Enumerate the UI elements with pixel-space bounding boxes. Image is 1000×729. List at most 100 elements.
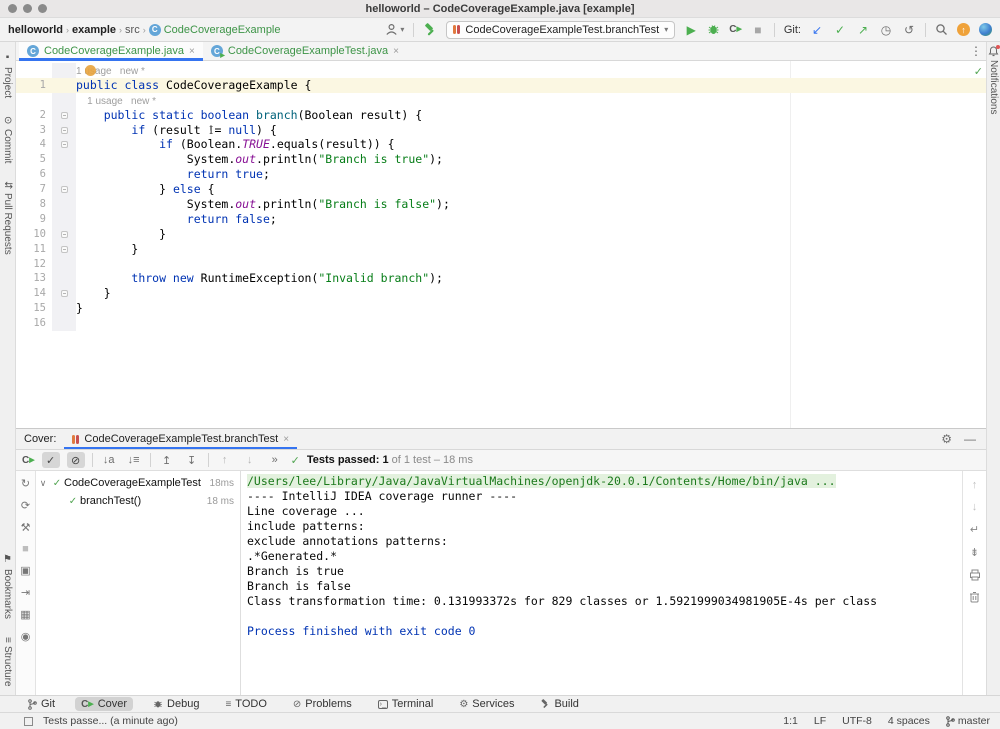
tool-window-preview-icon[interactable] <box>24 717 33 726</box>
kebab-menu-icon[interactable]: ⋮ <box>970 44 982 58</box>
run-configuration-select[interactable]: CodeCoverageExampleTest.branchTest ▾ <box>446 21 675 39</box>
test-history-icon[interactable]: ↻ <box>21 477 30 490</box>
fold-marker-icon[interactable] <box>61 186 68 193</box>
caret-position[interactable]: 1:1 <box>783 715 798 727</box>
sort-alphabetically-button[interactable]: ↓a <box>100 452 118 468</box>
code-line[interactable]: 8 System.out.println("Branch is false"); <box>16 197 986 212</box>
breadcrumb-module[interactable]: example <box>72 24 116 36</box>
code-line[interactable]: 9 return false; <box>16 212 986 227</box>
git-branch-widget[interactable]: master <box>946 715 990 727</box>
more-actions-button[interactable]: » <box>266 452 284 468</box>
status-message[interactable]: Tests passe... (a minute ago) <box>43 715 178 727</box>
up-icon[interactable]: ↑ <box>972 479 978 491</box>
gutter[interactable] <box>52 137 76 152</box>
code-hint-row[interactable]: 1 usage new * <box>16 93 986 108</box>
test-tree-row[interactable]: ✓ branchTest() 18 ms <box>36 492 240 510</box>
search-everywhere-button[interactable] <box>935 23 948 36</box>
tool-button-problems[interactable]: ⊘ Problems <box>287 697 358 711</box>
code-editor[interactable]: ✓ 1 usage new *1public class CodeCoverag… <box>16 61 986 428</box>
close-icon[interactable]: × <box>283 434 289 445</box>
next-occurrence-button[interactable]: ↓ <box>241 452 259 468</box>
sidebar-item-pull-requests[interactable]: ⇵ Pull Requests <box>2 181 13 255</box>
breadcrumb-project[interactable]: helloworld <box>8 24 63 36</box>
tab-codecoverageexampletest[interactable]: C▶ CodeCoverageExampleTest.java × <box>203 42 407 60</box>
code-line[interactable]: 10 } <box>16 227 986 242</box>
line-ending-indicator[interactable]: LF <box>814 715 826 727</box>
encoding-indicator[interactable]: UTF-8 <box>842 715 872 727</box>
gutter[interactable] <box>52 227 76 242</box>
rerun-with-coverage-button[interactable]: C▶ <box>22 455 35 466</box>
gear-icon[interactable]: ⚙ <box>941 432 952 446</box>
ide-update-badge[interactable]: ↑ <box>957 23 970 36</box>
close-icon[interactable]: × <box>189 46 195 57</box>
thread-dump-icon[interactable]: ▣ <box>20 564 30 577</box>
git-update-button[interactable]: ↙ <box>810 23 824 37</box>
code-line[interactable]: 11 } <box>16 242 986 257</box>
code-hint-row[interactable]: 1 usage new * <box>16 63 986 78</box>
rerun-failed-tests-icon[interactable]: ⟳ <box>21 499 30 512</box>
chevron-down-icon[interactable]: ∨ <box>36 478 50 489</box>
history-button[interactable]: ◷ <box>879 23 893 37</box>
sidebar-item-structure[interactable]: ≡ Structure <box>2 637 13 687</box>
git-push-button[interactable]: ↗ <box>856 23 870 37</box>
show-ignored-toggle[interactable]: ⊘ <box>67 452 85 468</box>
code-line[interactable]: 5 System.out.println("Branch is true"); <box>16 152 986 167</box>
gutter[interactable] <box>52 286 76 301</box>
indent-indicator[interactable]: 4 spaces <box>888 715 930 727</box>
test-console-output[interactable]: /Users/lee/Library/Java/JavaVirtualMachi… <box>241 471 962 695</box>
fold-marker-icon[interactable] <box>61 290 68 297</box>
code-line[interactable]: 3 if (result != null) {I <box>16 123 986 138</box>
breadcrumb-src[interactable]: src <box>125 24 140 36</box>
expand-all-button[interactable]: ↥ <box>158 452 176 468</box>
import-tests-icon[interactable]: ⇥ <box>21 586 30 599</box>
gutter[interactable] <box>52 182 76 197</box>
layout-icon[interactable]: ▦ <box>20 608 30 621</box>
sidebar-item-commit[interactable]: ⊙ Commit <box>2 116 13 163</box>
breadcrumb-class[interactable]: CodeCoverageExample <box>164 24 281 36</box>
code-line[interactable]: 6 return true; <box>16 167 986 182</box>
collapse-all-button[interactable]: ↧ <box>183 452 201 468</box>
tool-button-services[interactable]: ⚙ Services <box>453 697 520 711</box>
scroll-to-end-icon[interactable]: ⇟ <box>970 546 979 559</box>
code-line[interactable]: 2 public static boolean branch(Boolean r… <box>16 108 986 123</box>
code-line[interactable]: 16 <box>16 316 986 331</box>
fold-marker-icon[interactable] <box>61 141 68 148</box>
tool-button-build[interactable]: Build <box>534 697 584 711</box>
clear-all-icon[interactable] <box>969 591 980 603</box>
code-line[interactable]: 15} <box>16 301 986 316</box>
sidebar-item-bookmarks[interactable]: ⚑ Bookmarks <box>2 554 13 619</box>
sidebar-item-notifications[interactable]: Notifications <box>988 60 999 114</box>
build-project-button[interactable] <box>423 23 437 37</box>
wrench-icon[interactable]: ⚒ <box>21 521 31 534</box>
test-tree-row[interactable]: ∨ ✓ CodeCoverageExampleTest 18ms <box>36 474 240 492</box>
code-line[interactable]: 14 } <box>16 286 986 301</box>
code-with-me-button[interactable]: ▾ <box>385 23 404 36</box>
fold-marker-icon[interactable] <box>61 127 68 134</box>
run-button[interactable]: ▶ <box>684 23 698 37</box>
tool-button-todo[interactable]: ≡ TODO <box>219 697 272 711</box>
rollback-button[interactable]: ↺ <box>902 23 916 37</box>
tool-button-git[interactable]: Git <box>22 697 61 711</box>
stop-button[interactable]: ■ <box>751 23 765 37</box>
print-icon[interactable] <box>969 569 981 581</box>
code-line[interactable]: 4 if (Boolean.TRUE.equals(result)) { <box>16 137 986 152</box>
sidebar-item-project[interactable]: ▪ Project <box>2 52 13 98</box>
fold-marker-icon[interactable] <box>61 112 68 119</box>
code-line[interactable]: 13 throw new RuntimeException("Invalid b… <box>16 271 986 286</box>
stop-icon[interactable]: ■ <box>22 543 29 555</box>
tool-button-debug[interactable]: Debug <box>147 697 205 711</box>
debug-button[interactable] <box>707 23 720 36</box>
tab-codecoverageexample[interactable]: C CodeCoverageExample.java × <box>19 42 203 60</box>
gutter[interactable] <box>52 108 76 123</box>
git-commit-button[interactable]: ✓ <box>833 23 847 37</box>
soft-wrap-icon[interactable]: ↵ <box>970 523 979 536</box>
minimize-panel-icon[interactable]: — <box>964 432 976 446</box>
gutter[interactable] <box>52 123 76 138</box>
notifications-bell-icon[interactable] <box>988 46 999 57</box>
down-icon[interactable]: ↓ <box>972 501 978 513</box>
close-icon[interactable]: × <box>393 46 399 57</box>
gutter[interactable] <box>52 242 76 257</box>
run-with-coverage-button[interactable]: C▶ <box>729 24 742 35</box>
previous-occurrence-button[interactable]: ↑ <box>216 452 234 468</box>
fold-marker-icon[interactable] <box>61 231 68 238</box>
